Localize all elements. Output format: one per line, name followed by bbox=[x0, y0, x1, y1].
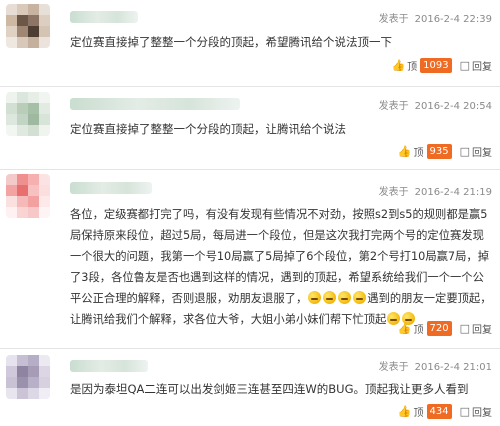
time-value: 2016-2-4 22:39 bbox=[414, 14, 492, 25]
like-button[interactable]: 顶 bbox=[414, 404, 424, 419]
like-count: 1093 bbox=[420, 57, 452, 73]
post-time: 发表于 2016-2-4 21:19 bbox=[379, 183, 492, 198]
doge-emoji-icon bbox=[323, 291, 337, 304]
reply-button[interactable]: 回复 bbox=[472, 144, 492, 159]
time-label: 发表于 bbox=[378, 187, 409, 198]
thumbs-up-icon[interactable]: 👍 bbox=[398, 405, 412, 418]
post-time: 发表于 2016-2-4 22:39 bbox=[379, 10, 492, 25]
comment-text-part1: 各位，定级赛都打完了吗，有没有发现有些情况不对劲，按照s2到s5的规则都是赢5局… bbox=[70, 208, 490, 305]
like-button[interactable]: 顶 bbox=[414, 144, 424, 159]
reply-button[interactable]: 回复 bbox=[472, 321, 492, 336]
username[interactable] bbox=[70, 11, 138, 23]
time-value: 2016-2-4 20:54 bbox=[414, 101, 492, 112]
thumbs-up-icon[interactable]: 👍 bbox=[398, 322, 412, 335]
avatar[interactable] bbox=[6, 92, 50, 136]
doge-emoji-icon bbox=[353, 291, 367, 304]
comment-text: 定位赛直接掉了整整一个分段的顶起，让腾讯给个说法 bbox=[70, 122, 346, 136]
time-value: 2016-2-4 21:19 bbox=[414, 187, 492, 198]
comment-item: 发表于 2016-2-4 20:54 定位赛直接掉了整整一个分段的顶起，让腾讯给个… bbox=[0, 87, 500, 169]
time-label: 发表于 bbox=[378, 14, 409, 25]
avatar[interactable] bbox=[6, 174, 50, 218]
comment-item: 发表于 2016-2-4 21:01 是因为泰坦QA二连可以出发剑姬三连甚至四连W… bbox=[0, 349, 500, 426]
comment-item: 发表于 2016-2-4 21:19 各位，定级赛都打完了吗，有没有发现有些情况不… bbox=[0, 170, 500, 348]
time-value: 2016-2-4 21:01 bbox=[414, 362, 492, 373]
username[interactable] bbox=[70, 360, 148, 372]
like-count: 935 bbox=[426, 143, 452, 159]
username[interactable] bbox=[70, 182, 152, 194]
thumbs-up-icon[interactable]: 👍 bbox=[398, 145, 412, 158]
like-count: 720 bbox=[426, 320, 452, 336]
like-button[interactable]: 顶 bbox=[414, 321, 424, 336]
comment-text: 定位赛直接掉了整整一个分段的顶起，希望腾讯给个说法顶一下 bbox=[70, 35, 392, 49]
comment-actions: 👍 顶 1093 □ 回复 bbox=[391, 57, 492, 73]
doge-emoji-icon bbox=[308, 291, 322, 304]
reply-icon[interactable]: □ bbox=[460, 322, 470, 335]
like-count: 434 bbox=[426, 403, 452, 419]
avatar[interactable] bbox=[6, 4, 50, 48]
comment-actions: 👍 顶 935 □ 回复 bbox=[398, 143, 492, 159]
reply-icon[interactable]: □ bbox=[460, 145, 470, 158]
post-time: 发表于 2016-2-4 21:01 bbox=[379, 358, 492, 373]
comment-text: 是因为泰坦QA二连可以出发剑姬三连甚至四连W的BUG。顶起我让更多人看到 bbox=[70, 382, 469, 396]
thumbs-up-icon[interactable]: 👍 bbox=[391, 59, 405, 72]
comment-text: 各位，定级赛都打完了吗，有没有发现有些情况不对劲，按照s2到s5的规则都是赢5局… bbox=[70, 204, 494, 330]
reply-button[interactable]: 回复 bbox=[472, 58, 492, 73]
reply-icon[interactable]: □ bbox=[460, 59, 470, 72]
doge-emoji-icon bbox=[338, 291, 352, 304]
reply-icon[interactable]: □ bbox=[460, 405, 470, 418]
comment-actions: 👍 顶 434 □ 回复 bbox=[398, 403, 492, 419]
avatar[interactable] bbox=[6, 355, 50, 399]
post-time: 发表于 2016-2-4 20:54 bbox=[379, 97, 492, 112]
reply-button[interactable]: 回复 bbox=[472, 404, 492, 419]
comment-actions: 👍 顶 720 □ 回复 bbox=[398, 320, 492, 336]
time-label: 发表于 bbox=[378, 362, 409, 373]
like-button[interactable]: 顶 bbox=[407, 58, 417, 73]
username[interactable] bbox=[70, 98, 240, 110]
comment-item: 发表于 2016-2-4 22:39 定位赛直接掉了整整一个分段的顶起，希望腾讯给… bbox=[0, 0, 500, 86]
time-label: 发表于 bbox=[378, 101, 409, 112]
